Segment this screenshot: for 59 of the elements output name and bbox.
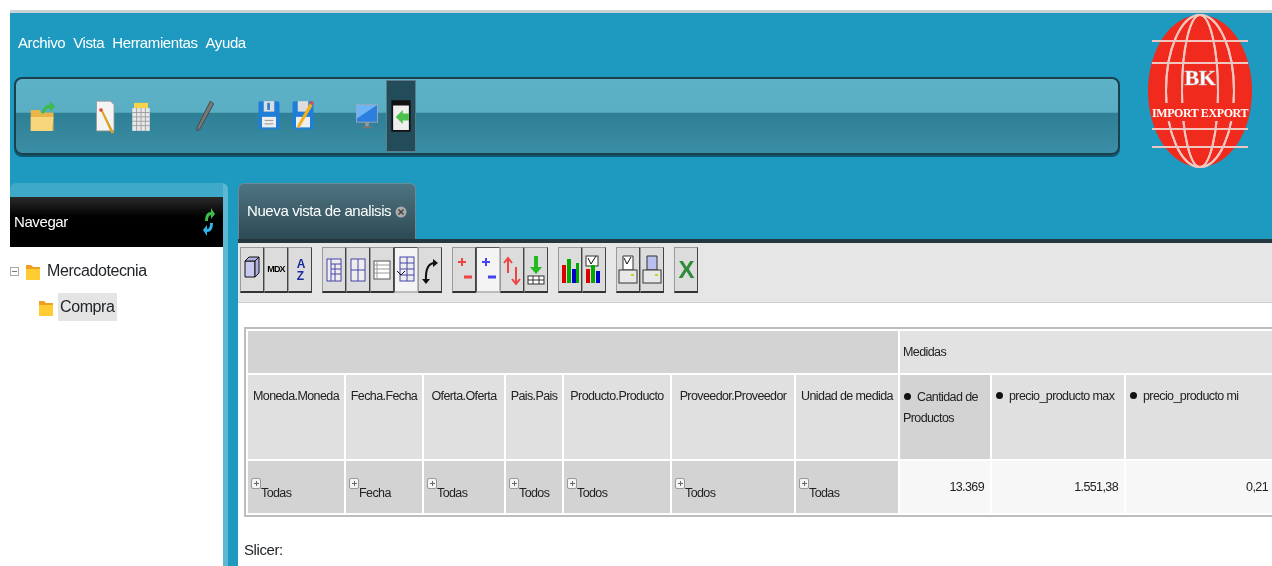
grid-arrows-button[interactable] — [394, 247, 418, 293]
refresh-icon[interactable] — [203, 207, 215, 238]
printer-button[interactable] — [640, 247, 664, 293]
bullet-icon — [904, 393, 911, 401]
tree-item[interactable]: Mercadotecnia — [45, 257, 149, 286]
tab[interactable]: Nueva vista de analisis — [238, 183, 417, 239]
row-header: Todos — [671, 460, 795, 514]
printer-button[interactable] — [616, 247, 640, 293]
sort-button[interactable]: AZ — [288, 247, 312, 293]
curved-arrow-button[interactable] — [418, 247, 442, 293]
row-header: Todos — [563, 460, 671, 514]
table-cell: 0,21 — [1125, 460, 1272, 514]
column-header: Cantidad de Productos — [899, 374, 991, 460]
mdx-button[interactable]: MDX — [264, 247, 288, 293]
table-cell: 1.551,38 — [991, 460, 1125, 514]
plus-minus-button[interactable] — [452, 247, 476, 293]
column-header: Producto.Producto — [563, 374, 671, 460]
row-header: Fecha — [345, 460, 423, 514]
globe-logo: BK IMPORT EXPORT — [1146, 13, 1254, 169]
expand-icon[interactable] — [675, 478, 685, 490]
cube-button[interactable] — [240, 247, 264, 293]
download-table-button[interactable] — [524, 247, 548, 293]
slicer-label: Slicer: — [244, 540, 284, 560]
row-header: Todas — [247, 460, 345, 514]
table-button[interactable] — [370, 247, 394, 293]
column-header: Pais.Pais — [505, 374, 563, 460]
columns-button[interactable] — [346, 247, 370, 293]
column-group-header: Medidas — [903, 344, 947, 359]
row-header: Todas — [423, 460, 505, 514]
expand-icon[interactable] — [251, 478, 261, 490]
panel-arrow-button[interactable] — [386, 80, 416, 152]
panel-title: Navegar — [14, 211, 68, 232]
column-header: Moneda.Moneda — [247, 374, 345, 460]
plus-minus-button[interactable] — [476, 247, 500, 293]
column-header: Unidad de medida — [795, 374, 899, 460]
column-header: Proveedor.Proveedor — [671, 374, 795, 460]
collapse-toggle[interactable] — [10, 266, 19, 276]
expand-icon[interactable] — [567, 478, 577, 490]
up-down-arrows-button[interactable] — [500, 247, 524, 293]
column-header: Fecha.Fecha — [345, 374, 423, 460]
printer-icon — [641, 252, 663, 287]
column-header: precio_producto mi — [1125, 374, 1272, 460]
column-header: Oferta.Oferta — [423, 374, 505, 460]
expand-icon[interactable] — [349, 478, 359, 490]
row-header: Todos — [505, 460, 563, 514]
expand-icon[interactable] — [427, 478, 437, 490]
bar-chart-button[interactable] — [558, 247, 582, 293]
printer-icon — [617, 252, 639, 287]
tree-item[interactable]: Compra — [58, 293, 117, 322]
tree-rows-button[interactable] — [322, 247, 346, 293]
expand-icon[interactable] — [799, 478, 809, 490]
table-cell: 13.369 — [899, 460, 991, 514]
row-header: Todas — [795, 460, 899, 514]
close-icon[interactable] — [395, 205, 408, 218]
column-header: precio_producto max — [991, 374, 1125, 460]
bullet-icon — [1130, 392, 1137, 400]
bullet-icon — [996, 392, 1003, 400]
expand-icon[interactable] — [509, 478, 519, 490]
chart-check-button[interactable] — [582, 247, 606, 293]
